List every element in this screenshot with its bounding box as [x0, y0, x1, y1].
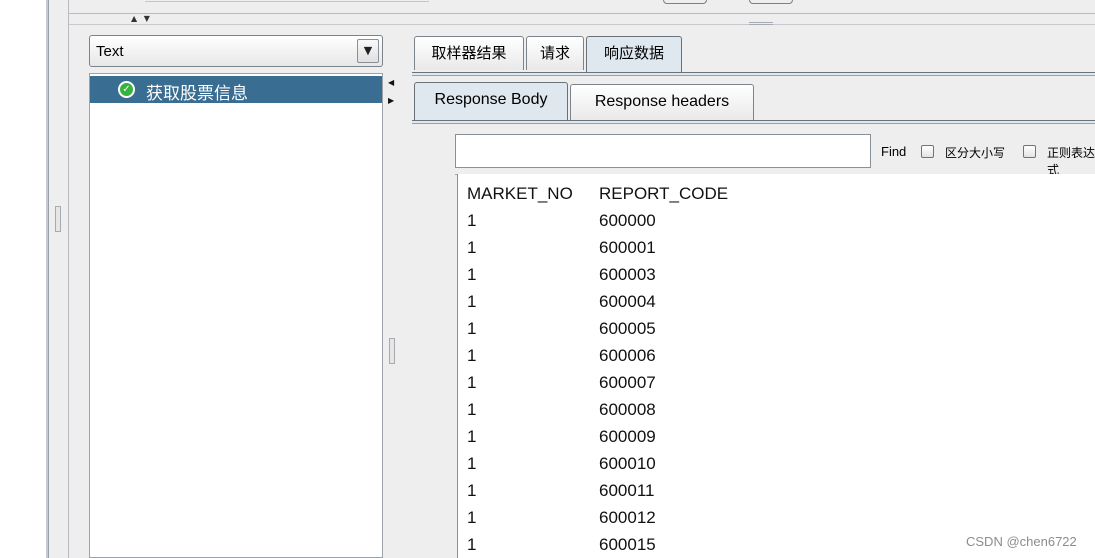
cell-value: 1 — [467, 427, 477, 446]
collapse-left-icon[interactable]: ◀ — [388, 78, 394, 87]
case-sensitive-label: 区分大小写 — [945, 146, 1006, 160]
tab-response-data[interactable]: 响应数据 — [586, 36, 682, 74]
cell-value: 1 — [467, 265, 477, 284]
left-split-divider[interactable] — [49, 0, 69, 558]
regex-checkbox[interactable] — [1023, 145, 1036, 158]
collapse-expand-arrows-icon[interactable]: ▲ ▼ — [131, 14, 152, 24]
tree-item-label: 获取股票信息 — [146, 84, 248, 104]
find-label: Find — [881, 144, 907, 159]
renderer-select[interactable]: Text ▼ — [89, 35, 383, 67]
cell-value: 600001 — [599, 238, 656, 257]
expand-right-icon[interactable]: ▶ — [388, 96, 394, 105]
tab-request[interactable]: 请求 — [526, 36, 584, 70]
cell-value: 1 — [467, 319, 477, 338]
center-split-divider[interactable]: ◀ ▶ — [383, 28, 401, 558]
cell-value: 600011 — [599, 481, 655, 500]
column-header: REPORT_CODE — [599, 184, 729, 203]
cell-value: 1 — [467, 508, 477, 527]
renderer-select-value: Text — [96, 43, 124, 60]
cell-value: 1 — [467, 481, 477, 500]
sample-tree[interactable]: ✓ 获取股票信息 — [89, 73, 383, 558]
cell-value: 600010 — [599, 454, 656, 473]
top-toolbar-area — [69, 0, 1095, 14]
tab-response-body[interactable]: Response Body — [414, 82, 568, 122]
cell-value: 1 — [467, 238, 477, 257]
cell-value: 600000 — [599, 211, 656, 230]
cell-value: 1 — [467, 454, 477, 473]
cell-value: 600007 — [599, 373, 656, 392]
desktop-margin — [0, 0, 46, 558]
horizontal-divider-grip-icon[interactable] — [749, 22, 773, 25]
cell-value: 1 — [467, 373, 477, 392]
tab-strip-border — [412, 120, 1095, 124]
results-tree-panel: Text ▼ ✓ 获取股票信息 — [89, 28, 383, 558]
sample-detail-panel: 取样器结果 请求 响应数据 Response Body Response hea… — [401, 28, 1095, 558]
cell-value: 600015 — [599, 535, 656, 554]
cell-value: 600004 — [599, 292, 656, 311]
tree-item-sample[interactable]: ✓ 获取股票信息 — [90, 76, 382, 104]
horizontal-split-divider[interactable] — [69, 24, 1095, 26]
cell-value: 1 — [467, 292, 477, 311]
watermark: CSDN @chen6722 — [966, 534, 1077, 549]
divider-grip-icon[interactable] — [389, 338, 395, 364]
tab-strip-border — [412, 72, 1095, 76]
column-header: MARKET_NO — [467, 184, 573, 203]
regex-label: 正则表达式 — [1047, 146, 1095, 177]
cell-value: 600009 — [599, 427, 656, 446]
divider-grip-icon[interactable] — [55, 206, 61, 232]
jmeter-view-results-tree: ▲ ▼ Text ▼ ✓ 获取股票信息 ◀ ▶ 取样器结果 请求 响应数据 Re… — [48, 0, 1095, 558]
success-check-icon: ✓ — [118, 81, 135, 98]
cell-value: 600003 — [599, 265, 656, 284]
cell-value: 600008 — [599, 400, 656, 419]
cell-value: 600006 — [599, 346, 656, 365]
tab-response-headers[interactable]: Response headers — [570, 84, 754, 120]
cell-value: 1 — [467, 535, 477, 554]
top-field-edge — [145, 0, 429, 2]
cell-value: 1 — [467, 346, 477, 365]
top-button[interactable] — [663, 0, 707, 4]
cell-value: 600005 — [599, 319, 656, 338]
cell-value: 1 — [467, 211, 477, 230]
search-bar: Find 区分大小写 正则表达式 — [455, 134, 1095, 177]
cell-value: 600012 — [599, 508, 656, 527]
response-body-text[interactable]: MARKET_NO REPORT_CODE 1 600000 1 600001 1 60000… — [457, 174, 1095, 558]
cell-value: 1 — [467, 400, 477, 419]
case-sensitive-checkbox[interactable] — [921, 145, 934, 158]
tab-sampler-result[interactable]: 取样器结果 — [414, 36, 524, 70]
chevron-down-icon[interactable]: ▼ — [357, 39, 379, 63]
search-input[interactable] — [455, 134, 871, 168]
top-button[interactable] — [749, 0, 793, 4]
